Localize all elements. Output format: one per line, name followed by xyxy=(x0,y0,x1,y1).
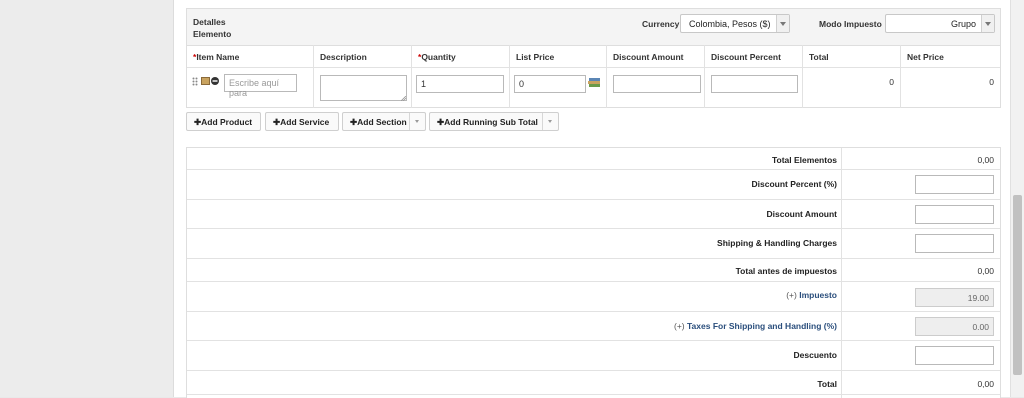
totals-table: Total Elementos 0,00 Discount Percent (%… xyxy=(186,147,1001,398)
col-net-price: Net Price xyxy=(901,45,1000,67)
list-price-cell: 0 xyxy=(510,68,607,108)
grand-total-value: 0,00 xyxy=(977,379,994,389)
add-section-button[interactable]: ✚Add Section xyxy=(342,112,426,131)
impuesto-label: Impuesto xyxy=(799,290,837,300)
col-label: Description xyxy=(320,52,367,62)
grand-total-label: Total xyxy=(817,379,837,389)
list-price-input[interactable]: 0 xyxy=(514,75,586,93)
drag-handle-icon[interactable] xyxy=(192,77,198,86)
currency-value: Colombia, Pesos ($) xyxy=(689,19,771,29)
currency-label: Currency xyxy=(642,19,680,29)
shipping-field[interactable] xyxy=(915,234,994,253)
col-list-price: List Price xyxy=(510,45,607,67)
col-total: Total xyxy=(803,45,901,67)
discount-amount-cell xyxy=(607,68,705,108)
total-elementos-value: 0,00 xyxy=(977,155,994,165)
impuesto-row: (+) Impuesto 19.00 xyxy=(187,282,1000,312)
tax-mode-value: Grupo xyxy=(950,19,976,29)
discount-percent-input[interactable] xyxy=(711,75,798,93)
total-elementos-label: Total Elementos xyxy=(771,155,837,165)
item-name-cell: Escribe aquí para xyxy=(187,68,314,108)
add-product-button[interactable]: ✚Add Product xyxy=(186,112,261,131)
descuento-label: Descuento xyxy=(793,350,837,360)
add-service-button[interactable]: ✚Add Service xyxy=(265,112,339,131)
discount-percent-label: Discount Percent (%) xyxy=(751,179,838,189)
chevron-down-icon xyxy=(776,15,789,32)
col-label: Discount Amount xyxy=(613,52,684,62)
item-name-input[interactable]: Escribe aquí para xyxy=(224,74,297,98)
currency-select[interactable]: Colombia, Pesos ($) xyxy=(680,14,790,33)
impuesto-field: 19.00 xyxy=(915,288,994,307)
quantity-input[interactable]: 1 xyxy=(416,75,504,93)
impuesto-link[interactable]: (+) Impuesto xyxy=(786,290,837,300)
col-description: Description xyxy=(314,45,412,67)
add-product-label: Add Product xyxy=(201,117,253,127)
row-net-price-value: 0 xyxy=(989,77,994,87)
remove-icon[interactable] xyxy=(211,77,219,85)
line-items-title: Detalles Elemento xyxy=(193,17,232,39)
taxes-shipping-field: 0.00 xyxy=(915,317,994,336)
left-background xyxy=(0,0,173,397)
quantity-cell: 1 xyxy=(412,68,510,108)
antes-impuestos-label: Total antes de impuestos xyxy=(735,266,837,276)
page-scrollbar[interactable] xyxy=(1010,0,1024,397)
antes-impuestos-row: Total antes de impuestos 0,00 xyxy=(187,259,1000,282)
col-label: Discount Percent xyxy=(711,52,781,62)
product-image-icon[interactable] xyxy=(201,77,210,85)
taxes-shipping-prefix: (+) xyxy=(673,321,685,331)
total-cell: 0 xyxy=(803,68,901,108)
discount-percent-cell xyxy=(705,68,803,108)
resize-handle-icon[interactable] xyxy=(401,96,406,101)
discount-percent-field[interactable] xyxy=(915,175,994,194)
col-quantity: *Quantity xyxy=(412,45,510,67)
discount-amount-row: Discount Amount xyxy=(187,200,1000,229)
grand-total-row: Total 0,00 xyxy=(187,371,1000,395)
discount-amount-input[interactable] xyxy=(613,75,701,93)
shipping-label: Shipping & Handling Charges xyxy=(717,238,837,248)
tax-mode-label: Modo Impuesto xyxy=(819,19,882,29)
taxes-shipping-link[interactable]: (+) Taxes For Shipping and Handling (%) xyxy=(674,321,837,331)
add-running-sub-total-button[interactable]: ✚Add Running Sub Total xyxy=(429,112,559,131)
item-name-placeholder: Escribe aquí para xyxy=(229,78,280,98)
chevron-down-icon[interactable] xyxy=(542,113,558,130)
scrollbar-thumb[interactable] xyxy=(1013,195,1022,375)
col-label: Item Name xyxy=(196,52,240,62)
line-items-table: Detalles Elemento Currency Colombia, Pes… xyxy=(186,8,1001,108)
net-price-cell: 0 xyxy=(901,68,1000,108)
col-item-name: *Item Name xyxy=(187,45,314,67)
price-book-icon[interactable] xyxy=(588,76,601,89)
discount-percent-row: Discount Percent (%) xyxy=(187,170,1000,200)
col-label: Total xyxy=(809,52,829,62)
description-cell xyxy=(314,68,412,108)
row-total-value: 0 xyxy=(889,77,894,87)
table-row: Escribe aquí para 1 0 0 0 xyxy=(187,67,1000,108)
antes-impuestos-value: 0,00 xyxy=(977,266,994,276)
shipping-row: Shipping & Handling Charges xyxy=(187,229,1000,259)
descuento-field[interactable] xyxy=(915,346,994,365)
chevron-down-icon xyxy=(981,15,994,32)
add-service-label: Add Service xyxy=(280,117,330,127)
col-discount-percent: Discount Percent xyxy=(705,45,803,67)
discount-amount-label: Discount Amount xyxy=(766,209,837,219)
descuento-row: Descuento xyxy=(187,341,1000,371)
tax-mode-select[interactable]: Grupo xyxy=(885,14,995,33)
taxes-shipping-row: (+) Taxes For Shipping and Handling (%) … xyxy=(187,312,1000,341)
col-label: List Price xyxy=(516,52,555,62)
line-items-header: Detalles Elemento Currency Colombia, Pes… xyxy=(187,9,1000,46)
col-label: Quantity xyxy=(421,52,456,62)
add-section-label: Add Section xyxy=(357,117,407,127)
chevron-down-icon[interactable] xyxy=(409,113,425,130)
description-textarea[interactable] xyxy=(320,75,407,101)
add-running-sub-total-label: Add Running Sub Total xyxy=(444,117,538,127)
impuesto-prefix: (+) xyxy=(786,290,797,300)
col-discount-amount: Discount Amount xyxy=(607,45,705,67)
total-elementos-row: Total Elementos 0,00 xyxy=(187,148,1000,170)
taxes-shipping-label: Taxes For Shipping and Handling (%) xyxy=(686,321,837,331)
discount-amount-field[interactable] xyxy=(915,205,994,224)
col-label: Net Price xyxy=(907,52,944,62)
